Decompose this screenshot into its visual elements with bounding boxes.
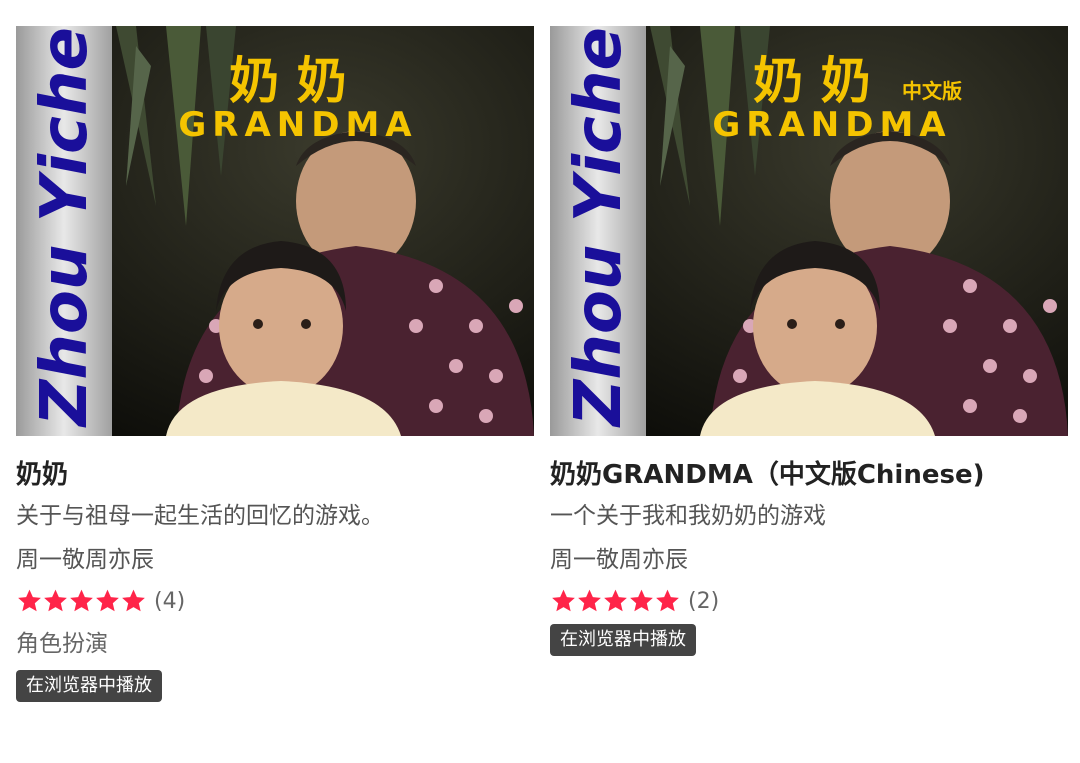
star-icon bbox=[122, 589, 145, 612]
star-icon bbox=[656, 589, 679, 612]
star-icon bbox=[96, 589, 119, 612]
cover-title-cn: 奶 奶 bbox=[753, 52, 870, 110]
cover-side-text: Zhou Yichen bbox=[562, 26, 636, 428]
cover-title-cn: 奶 奶 bbox=[229, 52, 346, 110]
game-description: 一个关于我和我奶奶的游戏 bbox=[550, 503, 826, 529]
game-author[interactable]: 周一敬周亦辰 bbox=[16, 544, 534, 576]
game-genre: 角色扮演 bbox=[16, 631, 108, 657]
star-icon bbox=[44, 589, 67, 612]
cover-edition-tag: 中文版 bbox=[902, 79, 962, 103]
game-title[interactable]: 奶奶 bbox=[16, 458, 534, 492]
star-icon bbox=[630, 589, 653, 612]
star-rating bbox=[550, 588, 680, 614]
star-icon bbox=[70, 589, 93, 612]
game-card: Zhou Yichen 奶 奶 GRANDMA 奶奶 关于与祖母一起生活的回忆的… bbox=[16, 26, 534, 702]
star-icon bbox=[18, 589, 41, 612]
cover-side-text: Zhou Yichen bbox=[28, 26, 102, 428]
game-title[interactable]: 奶奶GRANDMA（中文版Chinese) bbox=[550, 458, 1068, 492]
star-icon bbox=[552, 589, 575, 612]
game-cover-thumbnail[interactable]: Zhou Yichen 奶 奶 GRANDMA bbox=[16, 26, 534, 436]
star-rating bbox=[16, 588, 146, 614]
star-icon bbox=[578, 589, 601, 612]
game-grid: Zhou Yichen 奶 奶 GRANDMA 奶奶 关于与祖母一起生活的回忆的… bbox=[0, 0, 1080, 763]
play-in-browser-badge[interactable]: 在浏览器中播放 bbox=[550, 624, 696, 656]
cover-art: Zhou Yichen 奶 奶 中文版 GRANDMA bbox=[550, 26, 1068, 436]
cover-title-en: GRANDMA bbox=[712, 105, 951, 145]
rating-count: (2) bbox=[688, 588, 720, 614]
star-icon bbox=[604, 589, 627, 612]
game-rating: (2) bbox=[550, 586, 1068, 616]
game-author[interactable]: 周一敬周亦辰 bbox=[550, 544, 1068, 576]
cover-title-en: GRANDMA bbox=[178, 105, 417, 145]
game-description: 关于与祖母一起生活的回忆的游戏。 bbox=[16, 503, 384, 529]
game-card: Zhou Yichen 奶 奶 中文版 GRANDMA 奶奶GRANDMA（中文… bbox=[550, 26, 1068, 656]
game-rating: (4) bbox=[16, 586, 534, 616]
rating-count: (4) bbox=[154, 588, 186, 614]
cover-art: Zhou Yichen 奶 奶 GRANDMA bbox=[16, 26, 534, 436]
play-in-browser-badge[interactable]: 在浏览器中播放 bbox=[16, 670, 162, 702]
game-cover-thumbnail[interactable]: Zhou Yichen 奶 奶 中文版 GRANDMA bbox=[550, 26, 1068, 436]
